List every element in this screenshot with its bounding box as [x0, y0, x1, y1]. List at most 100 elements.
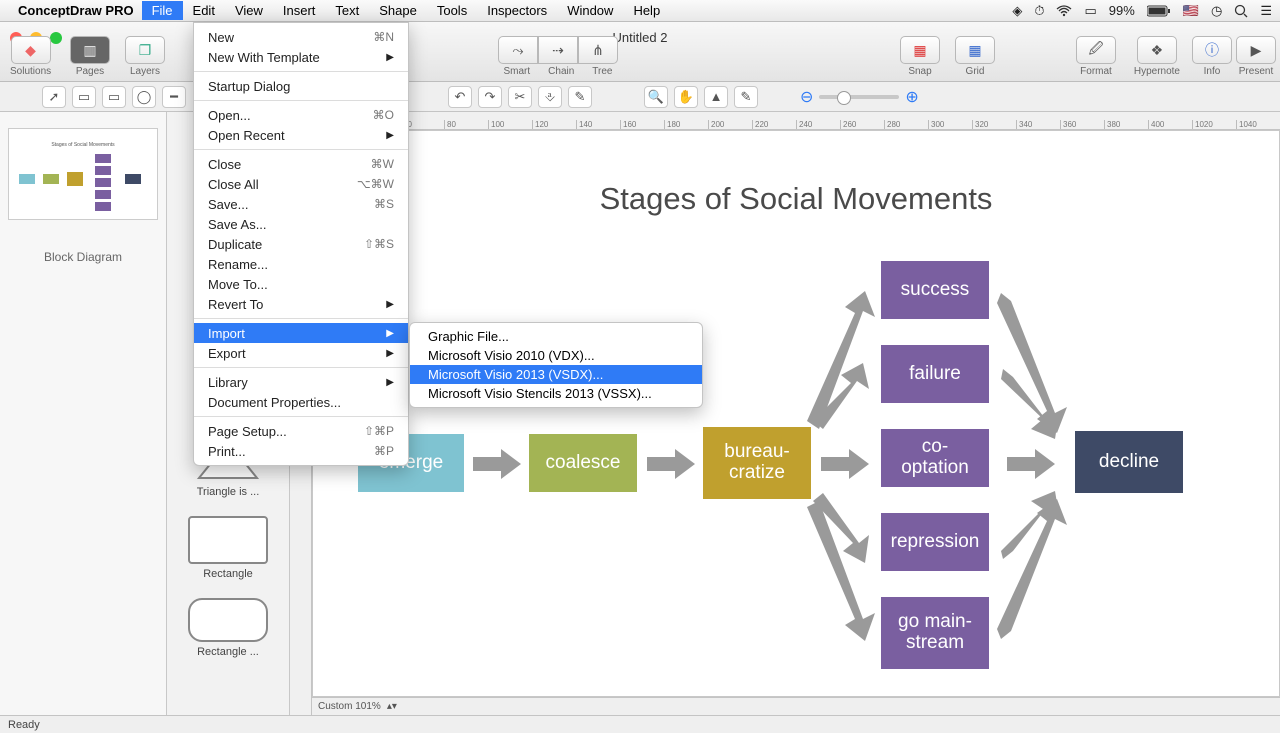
menu-item-export[interactable]: Export▶: [194, 343, 408, 363]
layers-button[interactable]: ❐: [125, 36, 165, 64]
menu-item-open-[interactable]: Open...⌘O: [194, 105, 408, 125]
menu-item-import[interactable]: Import▶: [194, 323, 408, 343]
stamp-tool[interactable]: ▲: [704, 86, 728, 108]
flag-icon[interactable]: 🇺🇸: [1183, 3, 1199, 19]
paste-tool[interactable]: ⎀: [538, 86, 562, 108]
status-ready: Ready: [8, 719, 40, 731]
menu-text[interactable]: Text: [325, 1, 369, 20]
hand-tool[interactable]: ✋: [674, 86, 698, 108]
zoom-out-icon[interactable]: ⊖: [800, 87, 813, 107]
menu-item-rename-[interactable]: Rename...: [194, 254, 408, 274]
menu-item-library[interactable]: Library▶: [194, 372, 408, 392]
layers-label: Layers: [130, 66, 160, 77]
menu-item-new[interactable]: New⌘N: [194, 27, 408, 47]
rrect-label: Rectangle ...: [197, 646, 259, 658]
window-toolbar: Untitled 2 ◆Solutions ▥Pages ❐Layers ⤳ ⇢…: [0, 22, 1280, 82]
node-coalesce[interactable]: coalesce: [529, 434, 637, 492]
airplay-icon[interactable]: ▭: [1084, 3, 1096, 19]
menu-shape[interactable]: Shape: [369, 1, 427, 20]
pointer-tool[interactable]: ➚: [42, 86, 66, 108]
canvas[interactable]: Stages of Social Movements emerge coales…: [312, 130, 1280, 697]
arrow-icon: [473, 449, 521, 479]
node-success[interactable]: success: [881, 261, 989, 319]
menu-item-close[interactable]: Close⌘W: [194, 154, 408, 174]
menu-item-duplicate[interactable]: Duplicate⇧⌘S: [194, 234, 408, 254]
menu-item-print-[interactable]: Print...⌘P: [194, 441, 408, 461]
chain-button[interactable]: ⇢: [538, 36, 578, 64]
menu-item-open-recent[interactable]: Open Recent▶: [194, 125, 408, 145]
rect-tool[interactable]: ▭: [102, 86, 126, 108]
wifi-icon[interactable]: [1056, 5, 1072, 17]
submenu-item[interactable]: Microsoft Visio 2010 (VDX)...: [410, 346, 702, 365]
shape-rounded-rect[interactable]: Rectangle ...: [168, 598, 288, 658]
zoom-tool[interactable]: 🔍: [644, 86, 668, 108]
arrow-icon: [1001, 369, 1065, 439]
zoom-slider[interactable]: [819, 95, 899, 99]
menu-item-startup-dialog[interactable]: Startup Dialog: [194, 76, 408, 96]
node-mainstream[interactable]: go main- stream: [881, 597, 989, 669]
clock2-icon[interactable]: ◷: [1211, 3, 1222, 19]
submenu-item[interactable]: Microsoft Visio Stencils 2013 (VSSX)...: [410, 384, 702, 403]
undo-tool[interactable]: ↶: [448, 86, 472, 108]
smart-button[interactable]: ⤳: [498, 36, 538, 64]
present-button[interactable]: ▶: [1236, 36, 1276, 64]
line-tool[interactable]: ━: [162, 86, 186, 108]
tree-button[interactable]: ⋔: [578, 36, 618, 64]
list-icon[interactable]: ☰: [1260, 3, 1272, 19]
menu-item-close-all[interactable]: Close All⌥⌘W: [194, 174, 408, 194]
search-icon[interactable]: [1234, 4, 1248, 18]
menu-item-move-to-[interactable]: Move To...: [194, 274, 408, 294]
menu-edit[interactable]: Edit: [183, 1, 225, 20]
text-tool[interactable]: ▭: [72, 86, 96, 108]
zoom-in-icon[interactable]: ⊕: [905, 87, 918, 107]
zoom-controls[interactable]: ⊖ ⊕: [800, 87, 919, 107]
menu-tools[interactable]: Tools: [427, 1, 477, 20]
submenu-item[interactable]: Graphic File...: [410, 327, 702, 346]
arrow-icon: [1007, 449, 1055, 479]
diamond-icon[interactable]: ◈: [1012, 3, 1022, 19]
ellipse-tool[interactable]: ◯: [132, 86, 156, 108]
pages-button[interactable]: ▥: [70, 36, 110, 64]
menu-item-page-setup-[interactable]: Page Setup...⇧⌘P: [194, 421, 408, 441]
menu-inspectors[interactable]: Inspectors: [477, 1, 557, 20]
menu-insert[interactable]: Insert: [273, 1, 326, 20]
menu-file[interactable]: File: [142, 1, 183, 20]
app-name: ConceptDraw PRO: [18, 3, 134, 18]
format-label: Format: [1080, 66, 1112, 77]
menu-item-revert-to[interactable]: Revert To▶: [194, 294, 408, 314]
menu-item-save-as-[interactable]: Save As...: [194, 214, 408, 234]
node-cooptation[interactable]: co- optation: [881, 429, 989, 487]
menu-view[interactable]: View: [225, 1, 273, 20]
zoom-readout[interactable]: Custom 101%: [318, 701, 381, 712]
menu-item-document-properties-[interactable]: Document Properties...: [194, 392, 408, 412]
brush-tool[interactable]: ✎: [568, 86, 592, 108]
eyedrop-tool[interactable]: ✎: [734, 86, 758, 108]
tool-row: ➚ ▭ ▭ ◯ ━ ↶ ↷ ✂ ⎀ ✎ 🔍 ✋ ▲ ✎ ⊖ ⊕: [0, 82, 1280, 112]
page-thumbnail[interactable]: Stages of Social Movements: [8, 128, 158, 220]
node-failure[interactable]: failure: [881, 345, 989, 403]
cut-tool[interactable]: ✂: [508, 86, 532, 108]
arrow-icon: [807, 501, 877, 641]
menu-item-save-[interactable]: Save...⌘S: [194, 194, 408, 214]
grid-button[interactable]: ▦: [955, 36, 995, 64]
shape-rectangle[interactable]: Rectangle: [168, 516, 288, 580]
chain-label: Chain: [548, 66, 574, 77]
menu-window[interactable]: Window: [557, 1, 623, 20]
clock-icon[interactable]: ⏱: [1034, 3, 1044, 19]
node-decline[interactable]: decline: [1075, 431, 1183, 493]
menu-item-new-with-template[interactable]: New With Template▶: [194, 47, 408, 67]
info-button[interactable]: ⓘ: [1192, 36, 1232, 64]
node-bureaucratize[interactable]: bureau- cratize: [703, 427, 811, 499]
format-button[interactable]: 🖉: [1076, 36, 1116, 64]
redo-tool[interactable]: ↷: [478, 86, 502, 108]
submenu-item[interactable]: Microsoft Visio 2013 (VSDX)...: [410, 365, 702, 384]
solutions-button[interactable]: ◆: [11, 36, 51, 64]
menubar: ConceptDraw PRO File Edit View Insert Te…: [0, 0, 1280, 22]
snap-button[interactable]: ▦: [900, 36, 940, 64]
hypernote-button[interactable]: ❖: [1137, 36, 1177, 64]
grid-label: Grid: [966, 66, 985, 77]
battery-icon[interactable]: [1147, 5, 1171, 17]
menu-help[interactable]: Help: [623, 1, 670, 20]
node-repression[interactable]: repression: [881, 513, 989, 571]
triangle-label: Triangle is ...: [197, 486, 260, 498]
